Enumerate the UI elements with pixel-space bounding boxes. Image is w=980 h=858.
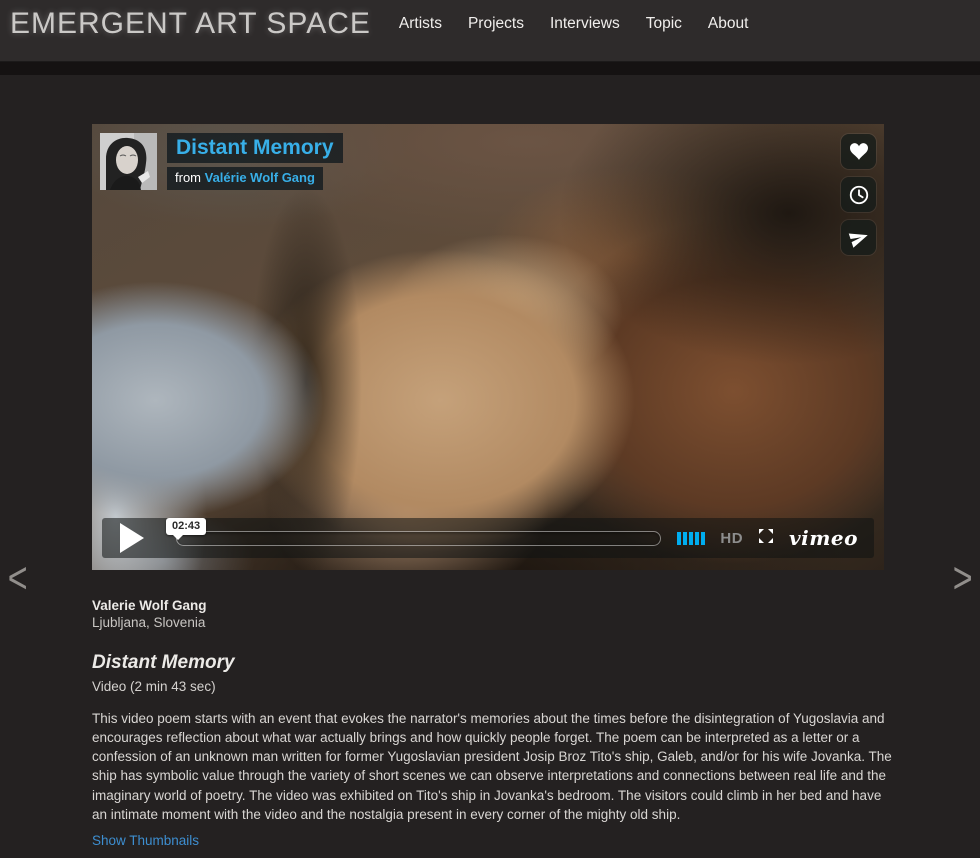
video-title[interactable]: Distant Memory <box>167 133 343 163</box>
artist-location: Ljubljana, Slovenia <box>92 615 892 630</box>
carousel-prev-arrow[interactable]: < <box>8 556 28 600</box>
byline-author-link[interactable]: Valérie Wolf Gang <box>205 170 315 185</box>
carousel-next-arrow[interactable]: > <box>952 556 972 600</box>
vimeo-video-player[interactable]: Distant Memory from Valérie Wolf Gang <box>92 124 884 570</box>
play-button[interactable] <box>102 518 162 558</box>
nav-item-artists[interactable]: Artists <box>399 15 442 33</box>
artwork-format: Video (2 min 43 sec) <box>92 679 892 694</box>
fullscreen-button[interactable] <box>758 528 774 549</box>
play-icon <box>120 523 144 553</box>
nav-item-about[interactable]: About <box>708 15 749 33</box>
fullscreen-icon <box>758 528 774 549</box>
volume-control[interactable] <box>677 532 705 545</box>
player-control-bar: 02:43 HD vimeo <box>102 518 874 558</box>
content-area: < > Distant Memory from <box>0 75 980 850</box>
heart-icon <box>850 143 868 160</box>
site-logo[interactable]: EMERGENT ART SPACE <box>10 7 371 41</box>
artwork-info: Valerie Wolf Gang Ljubljana, Slovenia Di… <box>92 598 892 850</box>
video-frame-image <box>92 124 884 570</box>
video-title-group: Distant Memory from Valérie Wolf Gang <box>167 133 343 190</box>
volume-bar <box>677 532 681 545</box>
show-thumbnails-link[interactable]: Show Thumbnails <box>92 833 199 848</box>
clock-icon <box>848 184 870 206</box>
volume-bar <box>701 532 705 545</box>
watch-later-button[interactable] <box>841 177 876 212</box>
nav-item-projects[interactable]: Projects <box>468 15 524 33</box>
header-divider <box>0 62 980 75</box>
share-button[interactable] <box>841 220 876 255</box>
byline-prefix: from <box>175 170 201 185</box>
volume-bar <box>683 532 687 545</box>
artwork-title: Distant Memory <box>92 652 892 674</box>
time-tooltip: 02:43 <box>166 518 206 535</box>
site-header: EMERGENT ART SPACE Artists Projects Inte… <box>0 0 980 62</box>
vimeo-logo[interactable]: vimeo <box>789 526 858 550</box>
artwork-description: This video poem starts with an event tha… <box>92 709 892 824</box>
avatar-portrait-image <box>100 133 157 190</box>
paper-plane-icon <box>849 228 869 248</box>
volume-bar <box>689 532 693 545</box>
artist-name: Valerie Wolf Gang <box>92 598 892 613</box>
video-byline: from Valérie Wolf Gang <box>167 167 323 190</box>
progress-bar[interactable] <box>176 531 661 546</box>
hd-toggle[interactable]: HD <box>720 530 743 547</box>
player-action-buttons <box>841 134 876 255</box>
nav-item-topic[interactable]: Topic <box>646 15 682 33</box>
like-button[interactable] <box>841 134 876 169</box>
nav-item-interviews[interactable]: Interviews <box>550 15 620 33</box>
artist-avatar[interactable] <box>100 133 157 190</box>
video-info-overlay: Distant Memory from Valérie Wolf Gang <box>100 133 343 190</box>
volume-bar <box>695 532 699 545</box>
main-nav: Artists Projects Interviews Topic About <box>399 15 749 33</box>
